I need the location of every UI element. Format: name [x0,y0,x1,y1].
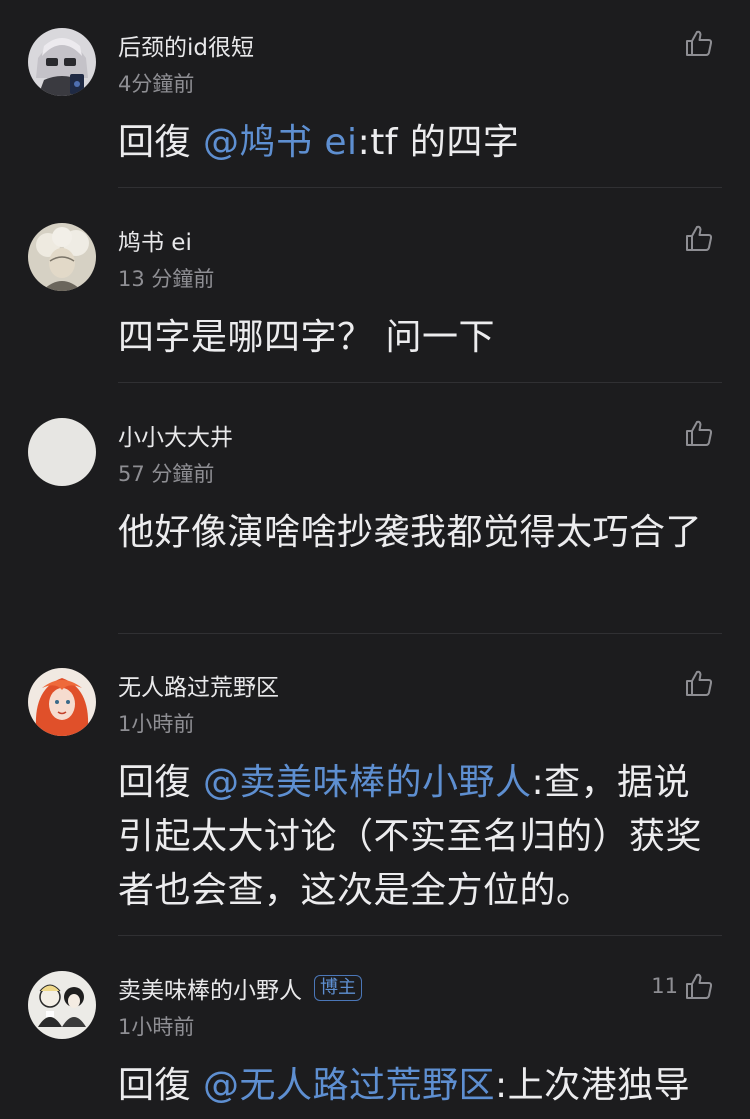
like-count: 11 [651,974,678,998]
thumbs-up-icon [686,973,713,999]
like-button[interactable] [684,418,714,448]
thumbs-up-icon [686,670,713,696]
avatar[interactable] [28,418,96,486]
thumbs-up-icon [686,30,713,56]
username[interactable]: 小小大大井 [118,418,233,452]
divider [118,935,722,936]
comment-body: :上次港独导 [494,1065,691,1106]
avatar[interactable] [28,971,96,1039]
mention-link[interactable]: @鸠书 ei [203,122,358,163]
comment-item: 后颈的id很短 4分鐘前 回復 @鸠书 ei:tf 的四字 [0,0,750,188]
divider [118,382,722,383]
comment-text: 回復 @卖美味棒的小野人:查，据说引起太大讨论（不实至名归的）获奖者也会查，这次… [118,756,718,918]
comment-text: 回復 @鸠书 ei:tf 的四字 [118,116,718,170]
comment-item: 鸠书 ei 13 分鐘前 四字是哪四字？ 问一下 [0,195,750,383]
comment-text: 回復 @无人路过荒野区:上次港独导 [118,1059,718,1113]
timestamp: 13 分鐘前 [118,267,215,291]
mention-link[interactable]: @无人路过荒野区 [203,1065,495,1106]
avatar[interactable] [28,28,96,96]
thumbs-up-icon [686,420,713,446]
username[interactable]: 鸠书 ei [118,223,192,257]
like-button[interactable] [684,223,714,253]
like-button[interactable] [684,668,714,698]
comment-text: 四字是哪四字？ 问一下 [118,317,495,358]
username[interactable]: 卖美味棒的小野人 [118,971,302,1005]
mention-link[interactable]: @卖美味棒的小野人 [203,762,532,803]
author-badge: 博主 [314,975,362,1001]
divider [118,187,722,188]
divider [118,633,722,634]
like-button[interactable] [684,28,714,58]
timestamp: 4分鐘前 [118,72,195,96]
username[interactable]: 后颈的id很短 [118,28,254,62]
reply-prefix: 回復 [118,1065,203,1106]
timestamp: 1小時前 [118,1015,195,1039]
thumbs-up-icon [686,225,713,251]
reply-prefix: 回復 [118,762,203,803]
avatar[interactable] [28,668,96,736]
timestamp: 1小時前 [118,712,195,736]
comment-item: 卖美味棒的小野人 博主 1小時前 11 回復 @无人路过荒野区:上次港独导 [0,943,750,1119]
timestamp: 57 分鐘前 [118,462,215,486]
comment-item: 小小大大井 57 分鐘前 他好像演啥啥抄袭我都觉得太巧合了 [0,390,750,634]
avatar[interactable] [28,223,96,291]
reply-prefix: 回復 [118,122,203,163]
comment-item: 无人路过荒野区 1小時前 回復 @卖美味棒的小野人:查，据说引起太大讨论（不实至… [0,640,750,936]
username[interactable]: 无人路过荒野区 [118,668,279,702]
like-button[interactable]: 11 [651,971,714,1001]
comment-body: :tf 的四字 [357,122,520,163]
comment-text: 他好像演啥啥抄袭我都觉得太巧合了 [118,512,703,553]
